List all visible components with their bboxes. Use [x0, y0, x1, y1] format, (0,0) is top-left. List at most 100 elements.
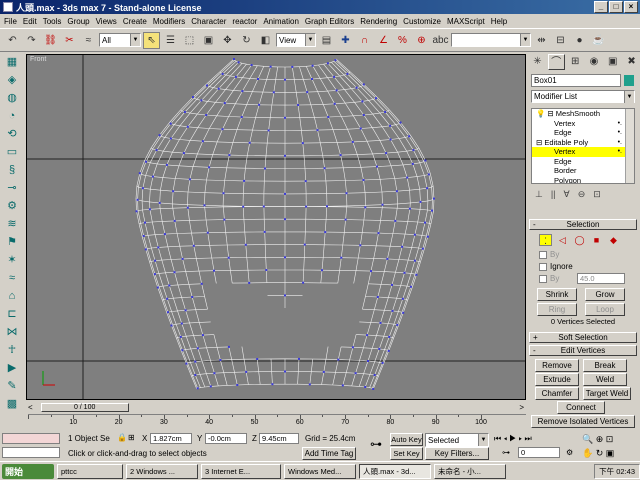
taskbar-item[interactable]: 3 Internet E...	[201, 463, 281, 479]
modify-tab-icon[interactable]: ⌒	[547, 54, 565, 70]
stack-item-meshsmooth-vertex[interactable]: Vertex •.	[532, 119, 634, 129]
remove-isolated-vertices-button[interactable]: Remove Isolated Vertices	[531, 415, 635, 428]
fracture-icon[interactable]: ✶	[3, 253, 21, 268]
time-slider-thumb[interactable]: 0 / 100	[40, 402, 129, 412]
pan-icon[interactable]: ✋	[582, 448, 593, 458]
pivot-center-icon[interactable]: ▤	[318, 32, 335, 49]
selection-filter-dropdown[interactable]: All ▼	[99, 33, 141, 47]
menu-graph-editors[interactable]: Graph Editors	[305, 17, 354, 26]
zoom-all-icon[interactable]: ⊕	[596, 434, 604, 444]
show-end-result-icon[interactable]: ||	[551, 189, 556, 199]
ragdoll-icon[interactable]: ☥	[3, 343, 21, 358]
stack-item-meshsmooth[interactable]: 💡 ⊟ MeshSmooth	[532, 109, 634, 119]
motor-icon[interactable]: ⚙	[3, 199, 21, 214]
chamfer-button[interactable]: Chamfer	[535, 387, 579, 400]
menu-help[interactable]: Help	[491, 17, 507, 26]
undo-icon[interactable]: ↶	[4, 32, 21, 49]
menu-character[interactable]: Character	[191, 17, 226, 26]
edge-level-icon[interactable]: ◁	[556, 234, 569, 246]
taskbar-item[interactable]: Windows Med...	[284, 463, 356, 479]
percent-snap-icon[interactable]: %	[394, 32, 411, 49]
select-and-link-icon[interactable]: ⛓	[42, 32, 59, 49]
key-mode-toggle-icon[interactable]: ⊶	[502, 448, 510, 457]
track-bar[interactable]: 10 20 30 40 50 60 70 80 90 100	[28, 414, 526, 430]
play-icon[interactable]: ▶	[509, 434, 516, 443]
menu-animation[interactable]: Animation	[263, 17, 299, 26]
align-icon[interactable]: ⊟	[552, 32, 569, 49]
menu-modifiers[interactable]: Modifiers	[153, 17, 185, 26]
object-color-swatch[interactable]	[624, 75, 634, 86]
create-tab-icon[interactable]: ✳	[529, 54, 546, 70]
ref-coord-dropdown[interactable]: View ▼	[276, 33, 316, 47]
wind-icon[interactable]: ≋	[3, 217, 21, 232]
deforming-mesh-icon[interactable]: ⟲	[3, 127, 21, 142]
stack-item-poly-border[interactable]: Border	[532, 166, 634, 176]
display-tab-icon[interactable]: ▣	[604, 54, 621, 70]
spring-icon[interactable]: §	[3, 163, 21, 178]
start-button[interactable]: 開始	[2, 463, 54, 479]
shrink-button[interactable]: Shrink	[537, 288, 577, 301]
maximize-button[interactable]: □	[609, 1, 623, 13]
x-coord-field[interactable]: 1.827cm	[150, 433, 192, 444]
redo-icon[interactable]: ↷	[23, 32, 40, 49]
render-icon[interactable]: ☕	[590, 32, 607, 49]
lock-selection-icon[interactable]: 🔒	[117, 433, 127, 442]
time-slider-next-icon[interactable]: >	[519, 403, 524, 412]
pin-stack-icon[interactable]: ⊥	[535, 189, 543, 200]
maxscript-listener-field[interactable]	[2, 433, 60, 444]
rigid-body-icon[interactable]: ▦	[3, 55, 21, 70]
maximize-viewport-icon[interactable]: ▣	[606, 448, 615, 458]
ring-button[interactable]: Ring	[537, 303, 577, 316]
water-icon[interactable]: ≈	[3, 271, 21, 286]
material-editor-icon[interactable]: ●	[571, 32, 588, 49]
loop-button[interactable]: Loop	[585, 303, 625, 316]
stack-item-poly-vertex[interactable]: Vertex •.	[532, 147, 634, 157]
by-angle-checkbox[interactable]: By	[539, 274, 559, 283]
edit-vertices-rollout-header[interactable]: - Edit Vertices	[529, 345, 637, 356]
menu-file[interactable]: File	[4, 17, 17, 26]
unlink-icon[interactable]: ✂	[61, 32, 78, 49]
utilities-tab-icon[interactable]: ✖	[623, 54, 640, 70]
z-coord-field[interactable]: 9.45cm	[259, 433, 299, 444]
current-frame-field[interactable]: 0	[518, 447, 560, 458]
extrude-button[interactable]: Extrude	[535, 373, 579, 386]
go-to-end-icon[interactable]: ⏭	[525, 434, 532, 443]
remove-button[interactable]: Remove	[535, 359, 579, 372]
stack-item-poly-polygon[interactable]: Polygon	[532, 176, 634, 184]
lightbulb-icon[interactable]: 💡	[536, 109, 545, 118]
add-time-tag-button[interactable]: Add Time Tag	[302, 447, 356, 460]
menu-create[interactable]: Create	[123, 17, 147, 26]
soft-body-icon[interactable]: ◍	[3, 91, 21, 106]
go-to-start-icon[interactable]: ⏮	[494, 434, 501, 443]
connect-button[interactable]: Connect	[557, 401, 605, 414]
vertex-level-icon[interactable]: ⁚	[539, 234, 552, 246]
soft-selection-rollout-header[interactable]: + Soft Selection	[529, 332, 637, 343]
arc-rotate-icon[interactable]: ↻	[596, 448, 604, 458]
menu-group[interactable]: Group	[67, 17, 89, 26]
rope-icon[interactable]: ◔	[3, 109, 21, 124]
object-name-field[interactable]: Box01	[531, 74, 621, 87]
by-vertex-checkbox[interactable]: By	[539, 250, 559, 259]
menu-customize[interactable]: Customize	[403, 17, 441, 26]
toy-car-icon[interactable]: ⚑	[3, 235, 21, 250]
create-animation-icon[interactable]: ✎	[3, 379, 21, 394]
grow-button[interactable]: Grow	[585, 288, 625, 301]
named-selection-icon[interactable]: abc	[432, 32, 449, 49]
modifier-list-dropdown[interactable]: Modifier List ▼	[531, 90, 635, 103]
previous-frame-icon[interactable]: ◂	[503, 434, 507, 443]
menu-views[interactable]: Views	[96, 17, 117, 26]
hierarchy-tab-icon[interactable]: ⊞	[567, 54, 584, 70]
zoom-extents-icon[interactable]: ⊡	[606, 434, 614, 444]
stack-item-meshsmooth-edge[interactable]: Edge •.	[532, 128, 634, 138]
break-button[interactable]: Break	[583, 359, 627, 372]
stack-item-poly-edge[interactable]: Edge	[532, 157, 634, 167]
time-slider-prev-icon[interactable]: <	[28, 403, 33, 412]
dashpot-icon[interactable]: ⊸	[3, 181, 21, 196]
spinner-snap-icon[interactable]: ⊕	[413, 32, 430, 49]
absolute-mode-icon[interactable]: ⊞	[128, 433, 135, 442]
border-level-icon[interactable]: ◯	[573, 234, 586, 246]
menu-rendering[interactable]: Rendering	[360, 17, 397, 26]
point-to-point-icon[interactable]: ⋈	[3, 325, 21, 340]
angle-spinner[interactable]: 45.0	[577, 273, 625, 284]
taskbar-item[interactable]: 2 Windows ...	[126, 463, 198, 479]
